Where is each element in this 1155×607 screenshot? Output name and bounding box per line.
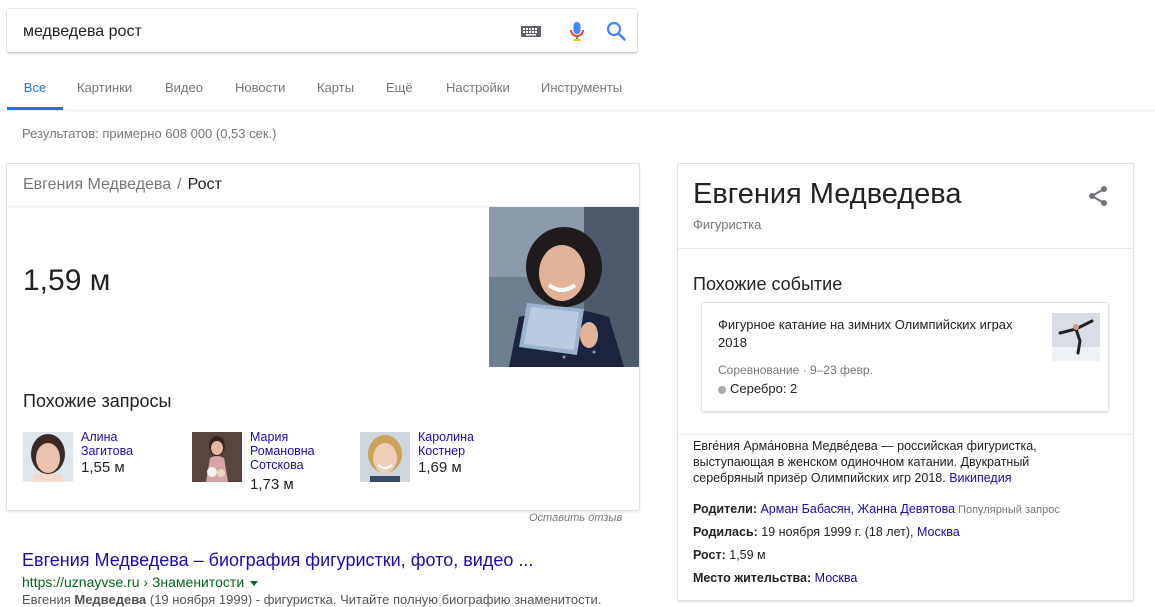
fact-value-link[interactable]: Москва	[917, 525, 960, 539]
tab-maps[interactable]: Карты	[317, 70, 354, 108]
kp-title: Евгения Медведева	[693, 178, 962, 210]
snippet-text: (19 ноября 1999) - фигуристка. Читайте п…	[146, 592, 602, 607]
fact-label: Место жительства:	[693, 571, 812, 585]
answer-value: 1,59 м	[23, 264, 111, 297]
fact-born: Родилась: 19 ноября 1999 г. (18 лет), Мо…	[693, 525, 960, 539]
result-snippet: Евгения Медведева (19 ноября 1999) - фиг…	[22, 592, 601, 607]
kp-subtitle: Фигуристка	[693, 217, 762, 232]
event-title[interactable]: Фигурное катание на зимних Олимпийских и…	[718, 316, 1038, 352]
related-thumbnail[interactable]	[23, 432, 73, 482]
snippet-bold: Медведева	[74, 592, 147, 607]
tab-more[interactable]: Ещё	[386, 70, 413, 108]
related-title: Похожие запросы	[23, 391, 172, 411]
result-url-caret-icon[interactable]	[250, 580, 259, 586]
keyboard-icon[interactable]	[520, 20, 542, 42]
feedback-link[interactable]: Оставить отзыв	[529, 512, 622, 524]
fact-label: Родилась:	[693, 525, 758, 539]
related-value: 1,55 м	[81, 459, 125, 476]
search-icon[interactable]	[605, 20, 627, 42]
fact-residence: Место жительства: Москва	[693, 571, 857, 585]
event-medal-text: Серебро: 2	[730, 381, 798, 396]
tab-tools[interactable]: Инструменты	[541, 70, 622, 108]
snippet-text: Евгения	[22, 592, 75, 607]
fact-note[interactable]: Популярный запрос	[958, 504, 1060, 516]
knowledge-panel: Евгения Медведева Фигуристка Похожие соб…	[677, 163, 1134, 601]
fact-height: Рост: 1,59 м	[693, 548, 766, 562]
share-icon[interactable]	[1086, 184, 1110, 208]
fact-label: Родители:	[693, 502, 757, 516]
tab-all[interactable]: Все	[7, 70, 63, 110]
results-count: Результатов: примерно 608 000 (0,53 сек.…	[22, 126, 277, 141]
related-value: 1,69 м	[418, 459, 462, 476]
related-name[interactable]: Каролина Костнер	[418, 430, 508, 458]
tab-images[interactable]: Картинки	[77, 70, 132, 108]
related-thumbnail[interactable]	[360, 432, 410, 482]
event-medal: Серебро: 2	[718, 381, 797, 396]
person-photo[interactable]	[489, 207, 639, 367]
event-card[interactable]: Фигурное катание на зимних Олимпийских и…	[701, 302, 1109, 412]
search-tabs: Все Картинки Видео Новости Карты Ещё Нас…	[0, 70, 1155, 111]
tab-news[interactable]: Новости	[235, 70, 285, 108]
fact-value: 1,59 м	[729, 548, 766, 562]
search-box[interactable]	[7, 9, 637, 54]
kp-description: Евге́ния Арма́новна Медве́дева — российс…	[693, 438, 1093, 486]
event-thumbnail[interactable]	[1052, 313, 1100, 361]
breadcrumb: Евгения Медведева / Рост	[23, 176, 222, 194]
answer-card: Евгения Медведева / Рост 1,59 м Похожие за…	[6, 163, 640, 511]
related-value: 1,73 м	[250, 476, 294, 493]
related-name[interactable]: Алина Загитова	[81, 430, 171, 458]
silver-dot-icon	[718, 385, 726, 394]
result-title[interactable]: Евгения Медведева – биография фигуристки…	[22, 550, 533, 571]
breadcrumb-separator: /	[177, 176, 182, 193]
related-item[interactable]: Каролина Костнер 1,69 м	[360, 430, 510, 490]
result-url-text[interactable]: https://uznayvse.ru › Знаменитости	[22, 574, 244, 590]
related-item[interactable]: Алина Загитова 1,55 м	[23, 430, 173, 490]
similar-events-title: Похожие событие	[693, 274, 843, 294]
fact-parents: Родители: Арман Бабасян, Жанна Девятова П…	[693, 502, 1060, 516]
breadcrumb-attribute: Рост	[187, 176, 222, 193]
related-name[interactable]: Мария Романовна Сотскова	[250, 430, 340, 472]
fact-value-link[interactable]: Москва	[815, 571, 858, 585]
tab-settings[interactable]: Настройки	[446, 70, 510, 108]
answer-header: Евгения Медведева / Рост	[7, 164, 639, 207]
microphone-icon[interactable]	[566, 20, 588, 42]
tab-video[interactable]: Видео	[165, 70, 203, 108]
fact-value: 19 ноября 1999 г. (18 лет),	[761, 525, 914, 539]
wikipedia-link[interactable]: Википедия	[949, 471, 1011, 485]
related-thumbnail[interactable]	[192, 432, 242, 482]
fact-value-link[interactable]: Арман Бабасян, Жанна Девятова	[760, 502, 955, 516]
divider	[678, 434, 1133, 435]
result-url[interactable]: https://uznayvse.ru › Знаменитости	[22, 574, 259, 590]
event-meta: Соревнование · 9–23 февр.	[718, 363, 873, 377]
related-item[interactable]: Мария Романовна Сотскова 1,73 м	[192, 430, 342, 493]
fact-label: Рост:	[693, 548, 726, 562]
search-input[interactable]	[21, 9, 495, 54]
breadcrumb-person[interactable]: Евгения Медведева	[23, 176, 171, 193]
divider	[678, 248, 1133, 249]
